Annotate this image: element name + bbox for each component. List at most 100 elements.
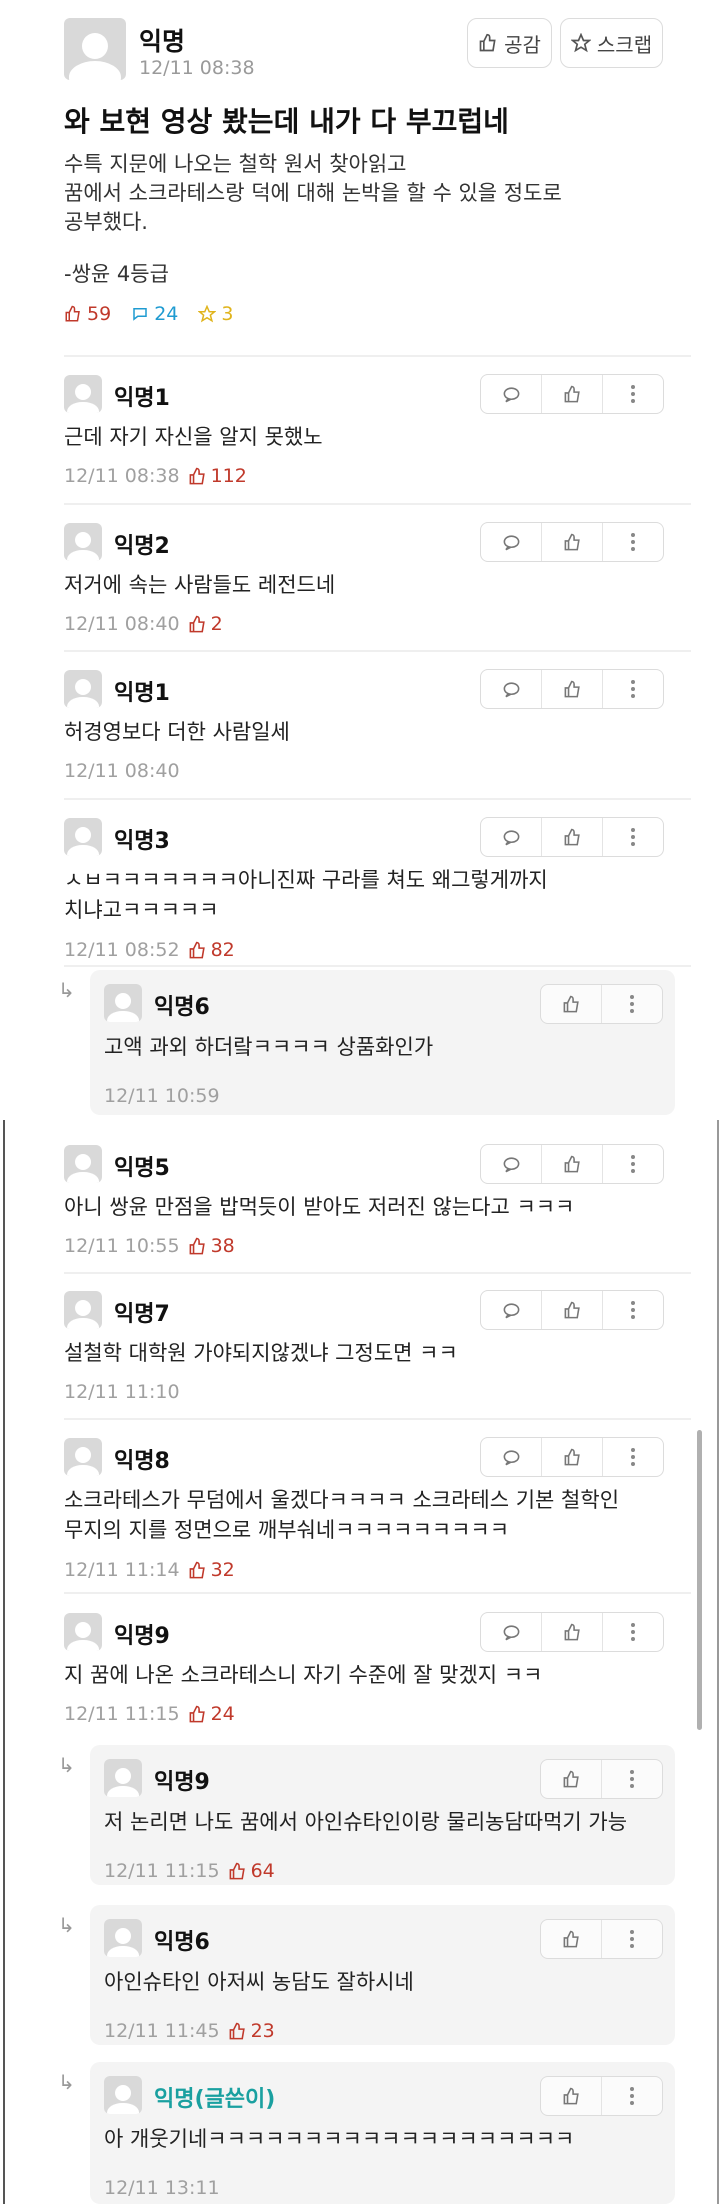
scrap-count: 3 (198, 303, 233, 325)
comment-like-button[interactable] (541, 1613, 602, 1651)
comment-likes: 38 (188, 1235, 235, 1257)
reply-arrow-icon: ↳ (58, 978, 75, 1002)
crop-line (3, 1120, 5, 2204)
reply-button[interactable] (481, 1145, 541, 1183)
comment-avatar (104, 2076, 142, 2114)
comment-meta: 12/11 10:55 38 (64, 1235, 235, 1257)
comment-like-button[interactable] (541, 985, 601, 1023)
comment-meta: 12/11 13:11 (104, 2177, 220, 2199)
comment-text: 아니 쌍윤 만점을 밥먹듯이 받아도 저러진 않는다고 ㅋㅋㅋ (64, 1195, 575, 1219)
more-button[interactable] (602, 1291, 663, 1329)
divider (64, 1418, 691, 1420)
more-button[interactable] (601, 2077, 662, 2115)
comment-meta: 12/11 11:14 32 (64, 1559, 235, 1581)
speech-bubble-icon (503, 829, 519, 845)
comment: 익명1 허경영보다 더한 사람일세 12/11 08:40 (64, 655, 691, 795)
more-button[interactable] (602, 1145, 663, 1183)
reply-button[interactable] (481, 523, 541, 561)
post-avatar (64, 18, 126, 80)
reply-button[interactable] (481, 375, 541, 413)
more-button[interactable] (601, 1920, 662, 1958)
like-button[interactable]: 공감 (467, 18, 552, 68)
thumbs-up-icon (564, 1155, 580, 1172)
comment-time: 12/11 11:15 (64, 1703, 180, 1725)
comment-likes-value: 23 (250, 2020, 275, 2042)
comment-like-button[interactable] (541, 375, 602, 413)
comment-avatar (64, 818, 102, 856)
thumbs-up-icon (563, 1930, 579, 1947)
comment-like-button[interactable] (541, 818, 602, 856)
reply-button[interactable] (481, 1291, 541, 1329)
more-button[interactable] (602, 375, 663, 413)
comment-author: 익명9 (154, 1770, 210, 1795)
comment-actions (480, 1437, 664, 1477)
more-vertical-icon (630, 1770, 634, 1788)
comment-meta: 12/11 11:15 64 (104, 1860, 275, 1882)
reply-arrow-icon: ↳ (58, 1913, 75, 1937)
thumbs-up-icon (65, 305, 80, 322)
comment-time: 12/11 08:40 (64, 613, 180, 635)
comment-like-button[interactable] (541, 670, 602, 708)
divider (64, 1272, 691, 1274)
comment-like-button[interactable] (541, 523, 602, 561)
like-count: 59 (64, 303, 111, 325)
thumbs-up-icon (563, 1770, 579, 1787)
comment-like-button[interactable] (541, 1920, 601, 1958)
comment-avatar (64, 1145, 102, 1183)
scrap-button[interactable]: 스크랩 (560, 18, 663, 68)
comment-avatar (64, 1291, 102, 1329)
reply-button[interactable] (481, 1613, 541, 1651)
comment-text: 설철학 대학원 가야되지않겠냐 그정도면 ㅋㅋ (64, 1341, 458, 1365)
comment-meta: 12/11 10:59 (104, 1085, 220, 1107)
divider (64, 1592, 691, 1594)
comment-text: 아 개웃기네ㅋㅋㅋㅋㅋㅋㅋㅋㅋㅋㅋㅋㅋㅋㅋㅋㅋㅋㅋ (104, 2127, 575, 2151)
comment-meta: 12/11 08:40 2 (64, 613, 223, 635)
thumbs-up-icon (229, 2022, 245, 2039)
comment-like-button[interactable] (541, 2077, 601, 2115)
comment: 익명9 지 꿈에 나온 소크라테스니 자기 수준에 잘 맞겠지 ㅋㅋ 12/11 1… (64, 1598, 691, 1738)
comment: 익명2 저거에 속는 사람들도 레전드네 12/11 08:40 2 (64, 508, 691, 648)
comment-text: 저 논리면 나도 꿈에서 아인슈타인이랑 물리농담따먹기 가능 (104, 1810, 628, 1834)
speech-bubble-icon (503, 1156, 519, 1172)
more-button[interactable] (601, 985, 662, 1023)
scrollbar[interactable] (697, 1430, 702, 1730)
star-icon (570, 33, 591, 53)
comment-like-button[interactable] (541, 1291, 602, 1329)
comment-avatar (104, 1919, 142, 1957)
reply-button[interactable] (481, 1438, 541, 1476)
comment-likes: 23 (228, 2020, 275, 2042)
comment: 익명5 아니 쌍윤 만점을 밥먹듯이 받아도 저러진 않는다고 ㅋㅋㅋ 12/11 … (64, 1130, 691, 1270)
comment-time: 12/11 10:59 (104, 1085, 220, 1107)
comment-author: 익명2 (114, 534, 170, 559)
comment-actions (540, 2076, 663, 2116)
reply-button[interactable] (481, 670, 541, 708)
comment-avatar (104, 984, 142, 1022)
comment: 익명8 소크라테스가 무덤에서 울겠다ㅋㅋㅋㅋ 소크라테스 기본 철학인 무지의 … (64, 1423, 691, 1581)
more-button[interactable] (602, 818, 663, 856)
more-vertical-icon (631, 1155, 635, 1173)
comment-time: 12/11 08:38 (64, 465, 180, 487)
more-button[interactable] (602, 523, 663, 561)
comment-actions (480, 1290, 664, 1330)
comment-actions (480, 522, 664, 562)
comment-like-button[interactable] (541, 1760, 601, 1798)
more-vertical-icon (631, 680, 635, 698)
speech-bubble-icon (503, 1624, 519, 1640)
more-button[interactable] (602, 1613, 663, 1651)
comment-meta: 12/11 11:15 24 (64, 1703, 235, 1725)
post: 익명 12/11 08:38 공감 스크랩 와 보현 영상 봤는데 내가 다 부… (0, 0, 723, 355)
reply-button[interactable] (481, 818, 541, 856)
comment-time: 12/11 08:40 (64, 760, 180, 782)
speech-bubble-icon (503, 386, 519, 402)
speech-bubble-icon (133, 308, 147, 321)
comment-like-button[interactable] (541, 1145, 602, 1183)
speech-bubble-icon (503, 534, 519, 550)
comment-actions (480, 817, 664, 857)
more-button[interactable] (601, 1760, 662, 1798)
comment-author: 익명9 (114, 1624, 170, 1649)
comment-likes-value: 2 (210, 613, 223, 635)
comment-text: 고액 과외 하더랔ㅋㅋㅋㅋ 상품화인가 (104, 1035, 434, 1059)
more-button[interactable] (602, 670, 663, 708)
comment-like-button[interactable] (541, 1438, 602, 1476)
more-button[interactable] (602, 1438, 663, 1476)
